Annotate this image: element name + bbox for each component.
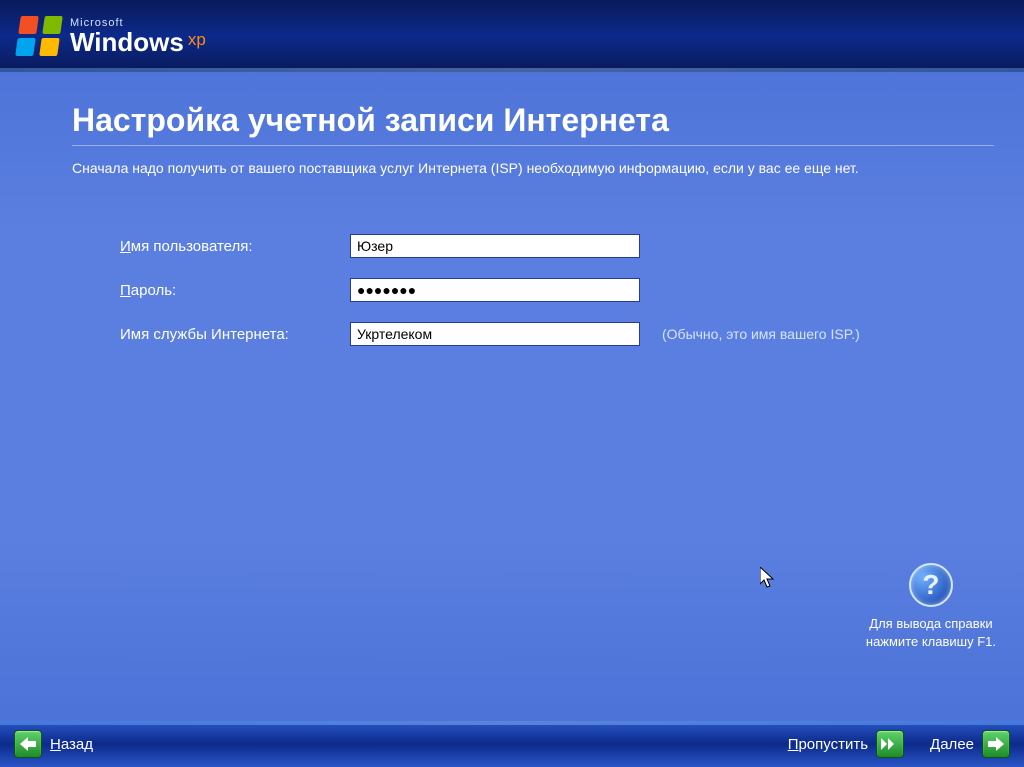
content-area: Настройка учетной записи Интернета Снача… <box>0 72 1024 721</box>
page-title: Настройка учетной записи Интернета <box>0 72 1024 145</box>
input-username[interactable] <box>350 234 640 258</box>
header-band: Microsoft Windows xp <box>0 0 1024 72</box>
arrow-left-icon <box>14 730 42 758</box>
input-isp[interactable] <box>350 322 640 346</box>
arrow-right-icon <box>982 730 1010 758</box>
brand-suffix: xp <box>188 31 206 48</box>
input-password[interactable] <box>350 278 640 302</box>
label-password: Пароль: <box>120 282 350 299</box>
row-username: Имя пользователя: <box>120 224 1024 268</box>
row-password: Пароль: <box>120 268 1024 312</box>
page-subtitle: Сначала надо получить от вашего поставщи… <box>0 146 1024 176</box>
back-button[interactable]: Назад <box>14 730 93 758</box>
footer-bar: Назад Пропустить Далее <box>0 721 1024 767</box>
windows-xp-logo: Microsoft Windows xp <box>18 16 206 56</box>
label-username: Имя пользователя: <box>120 238 350 255</box>
help-line1: Для вывода справки <box>866 615 996 633</box>
row-isp: Имя службы Интернета: (Обычно, это имя в… <box>120 312 1024 356</box>
double-arrow-right-icon <box>876 730 904 758</box>
help-icon[interactable]: ? <box>909 563 953 607</box>
help-hint: ? Для вывода справки нажмите клавишу F1. <box>866 563 996 651</box>
hint-isp: (Обычно, это имя вашего ISP.) <box>662 326 860 342</box>
account-form: Имя пользователя: Пароль: Имя службы Инт… <box>0 176 1024 356</box>
brand-product: Windows xp <box>70 29 206 55</box>
next-button[interactable]: Далее <box>930 730 1010 758</box>
help-line2: нажмите клавишу F1. <box>866 633 996 651</box>
label-isp: Имя службы Интернета: <box>120 326 350 343</box>
windows-flag-icon <box>15 16 63 56</box>
skip-button[interactable]: Пропустить <box>788 730 904 758</box>
oobe-screen: Microsoft Windows xp Настройка учетной з… <box>0 0 1024 767</box>
